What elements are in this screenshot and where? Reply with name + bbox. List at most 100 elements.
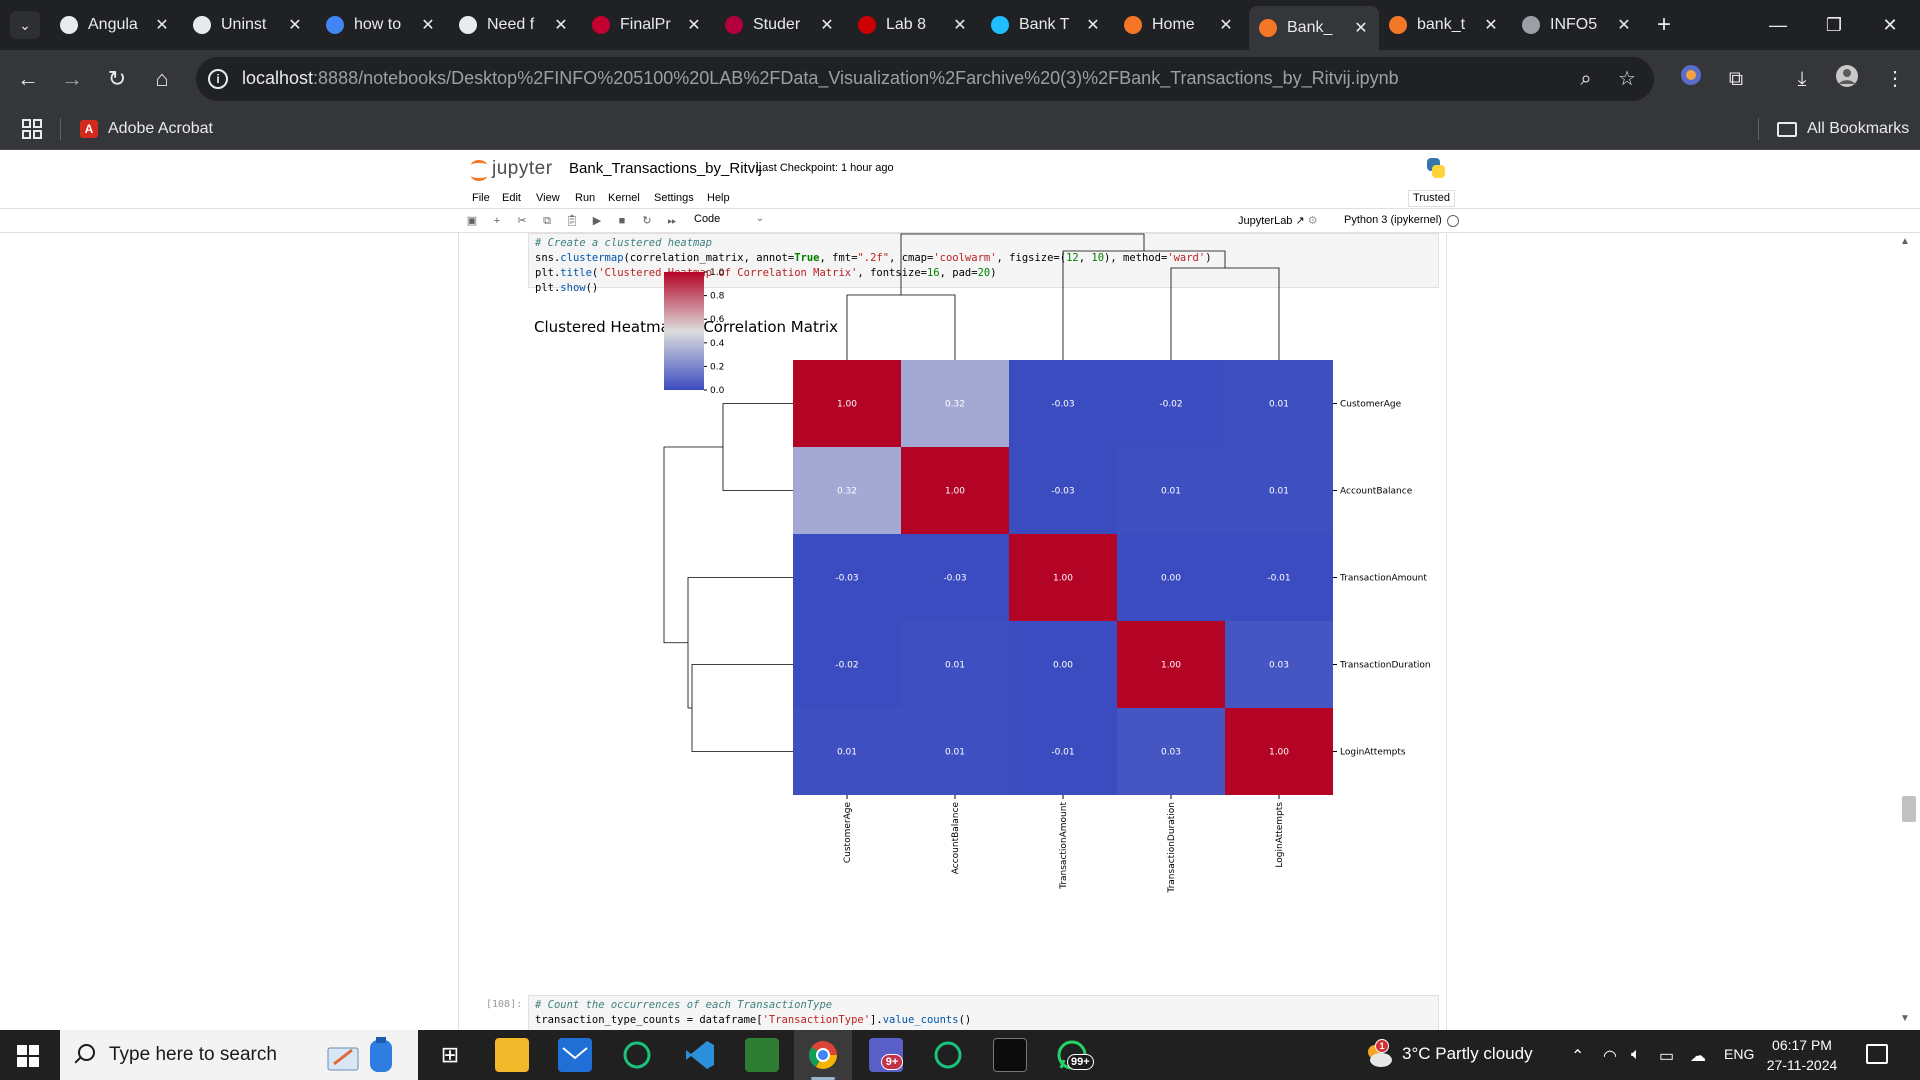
cell-type-select[interactable]: Code ⌄ [694, 213, 764, 229]
notebook-title[interactable]: Bank_Transactions_by_Ritvij [569, 160, 762, 177]
bookmark-adobe-acrobat[interactable]: A Adobe Acrobat [80, 116, 213, 142]
file-explorer-icon[interactable] [495, 1038, 529, 1072]
jupyter-logo[interactable]: jupyter [470, 156, 553, 182]
apps-grid-icon[interactable] [22, 119, 42, 139]
tab-0[interactable]: Angula ✕ [50, 8, 180, 42]
url-text[interactable]: localhost:8888/notebooks/Desktop%2FINFO%… [242, 68, 1399, 89]
close-tab-icon[interactable]: ✕ [420, 15, 436, 35]
heatmap-cell-label: 1.00 [945, 487, 965, 497]
vscode-icon[interactable] [683, 1038, 717, 1072]
close-tab-icon[interactable]: ✕ [553, 15, 569, 35]
battery-icon[interactable]: ▭ [1659, 1046, 1674, 1066]
tab-2[interactable]: how to ✕ [316, 8, 446, 42]
reload-icon[interactable]: ↻ [102, 64, 132, 94]
bookmark-star-icon[interactable]: ☆ [1615, 67, 1639, 91]
trusted-indicator[interactable]: Trusted [1408, 190, 1455, 207]
back-icon[interactable]: ← [13, 64, 43, 94]
extensions-icon[interactable]: ⧉ [1721, 64, 1751, 94]
menu-kernel[interactable]: Kernel [608, 192, 640, 204]
code-cell-value-counts[interactable]: # Count the occurrences of each Transact… [528, 995, 1439, 1030]
mail-icon[interactable] [558, 1038, 592, 1072]
sheets-app-icon[interactable] [745, 1038, 779, 1072]
restart-run-all-icon[interactable]: ⏩︎ [664, 213, 680, 229]
terminal-icon[interactable] [993, 1038, 1027, 1072]
close-tab-icon[interactable]: ✕ [1085, 15, 1101, 35]
run-icon[interactable]: ▶ [589, 213, 605, 229]
minimize-icon[interactable]: — [1758, 8, 1798, 42]
clock[interactable]: 06:17 PM 27-11-2024 [1756, 1035, 1848, 1075]
tab-search-button[interactable]: ⌄ [10, 11, 40, 39]
tab-7[interactable]: Bank T ✕ [981, 8, 1111, 42]
chevron-up-icon[interactable]: ⌃ [1571, 1046, 1584, 1066]
home-icon[interactable]: ⌂ [147, 64, 177, 94]
chatgpt-app-icon[interactable] [620, 1038, 654, 1072]
scroll-down-icon[interactable]: ▼ [1900, 1013, 1910, 1024]
tab-6[interactable]: Lab 8 ✕ [848, 8, 978, 42]
tab-4[interactable]: FinalPr ✕ [582, 8, 712, 42]
menu-run[interactable]: Run [575, 192, 595, 204]
forward-icon[interactable]: → [57, 64, 87, 94]
save-icon[interactable]: ▣ [464, 213, 480, 229]
close-tab-icon[interactable]: ✕ [686, 15, 702, 35]
tab-8[interactable]: Home ✕ [1114, 8, 1244, 42]
new-tab-button[interactable]: + [1650, 10, 1678, 40]
volume-icon[interactable]: 🔈︎ [1631, 1046, 1641, 1064]
extension-profile-icon[interactable] [1676, 64, 1706, 94]
avatar[interactable] [1832, 64, 1862, 94]
all-bookmarks-button[interactable]: All Bookmarks [1777, 116, 1909, 142]
menu-settings[interactable]: Settings [654, 192, 694, 204]
zoom-icon[interactable]: ⌕ [1574, 67, 1598, 91]
address-bar[interactable]: i localhost:8888/notebooks/Desktop%2FINF… [196, 57, 1654, 101]
tab-10[interactable]: bank_t ✕ [1379, 8, 1509, 42]
close-tab-icon[interactable]: ✕ [1353, 18, 1369, 38]
colorbar-tick-label: 0.8 [710, 292, 725, 302]
windows-start-icon[interactable] [17, 1045, 39, 1067]
close-tab-icon[interactable]: ✕ [952, 15, 968, 35]
heatmap-cell-label: 0.01 [1269, 487, 1289, 497]
heatmap-cell-label: 1.00 [837, 400, 857, 410]
stop-icon[interactable]: ■ [614, 213, 630, 229]
close-tab-icon[interactable]: ✕ [1218, 15, 1234, 35]
menu-view[interactable]: View [536, 192, 560, 204]
copy-icon[interactable]: ⧉ [539, 213, 555, 229]
weather-text[interactable]: 3°C Partly cloudy [1402, 1044, 1533, 1064]
menu-help[interactable]: Help [707, 192, 730, 204]
kernel-name[interactable]: Python 3 (ipykernel) [1344, 214, 1442, 226]
tab-1[interactable]: Uninst ✕ [183, 8, 313, 42]
heatmap-cell-label: 0.01 [1269, 400, 1289, 410]
tab-3[interactable]: Need f ✕ [449, 8, 579, 42]
chrome-icon[interactable] [806, 1038, 840, 1072]
menu-file[interactable]: File [472, 192, 490, 204]
tab-11[interactable]: INFO5 ✕ [1512, 8, 1642, 42]
close-tab-icon[interactable]: ✕ [819, 15, 835, 35]
tab-title: Bank_ [1287, 19, 1333, 36]
restore-icon[interactable]: ❐ [1814, 8, 1854, 42]
taskbar-search[interactable]: Type here to search [60, 1030, 418, 1080]
close-tab-icon[interactable]: ✕ [287, 15, 303, 35]
heatmap-cell-label: 0.03 [1161, 748, 1181, 758]
scroll-up-icon[interactable]: ▲ [1900, 236, 1910, 247]
tab-5[interactable]: Studer ✕ [715, 8, 845, 42]
cut-icon[interactable]: ✂ [514, 213, 530, 229]
close-window-icon[interactable]: ✕ [1870, 8, 1910, 42]
chatgpt-app-icon-2[interactable] [931, 1038, 965, 1072]
restart-icon[interactable]: ↻ [639, 213, 655, 229]
scrollbar-thumb[interactable] [1902, 796, 1916, 822]
more-menu-icon[interactable]: ⋮ [1880, 64, 1910, 94]
task-view-icon[interactable]: ⊞ [433, 1038, 467, 1072]
onedrive-icon[interactable]: ☁ [1690, 1046, 1706, 1066]
downloads-icon[interactable]: ⤓ [1787, 64, 1817, 94]
close-tab-icon[interactable]: ✕ [1616, 15, 1632, 35]
menu-edit[interactable]: Edit [502, 192, 521, 204]
close-tab-icon[interactable]: ✕ [154, 15, 170, 35]
site-info-icon[interactable]: i [208, 69, 228, 89]
tab-title: Studer [753, 16, 801, 33]
notification-icon[interactable] [1866, 1044, 1888, 1064]
close-tab-icon[interactable]: ✕ [1483, 15, 1499, 35]
paste-icon[interactable]: 📋︎ [564, 213, 580, 229]
tab-9[interactable]: Bank_ ✕ [1249, 6, 1379, 50]
language-indicator[interactable]: ENG [1724, 1046, 1754, 1062]
jupyterlab-link[interactable]: JupyterLab ↗ ⚙ [1238, 214, 1318, 227]
wifi-icon[interactable]: ◠ [1603, 1046, 1617, 1066]
insert-cell-icon[interactable]: + [489, 213, 505, 229]
